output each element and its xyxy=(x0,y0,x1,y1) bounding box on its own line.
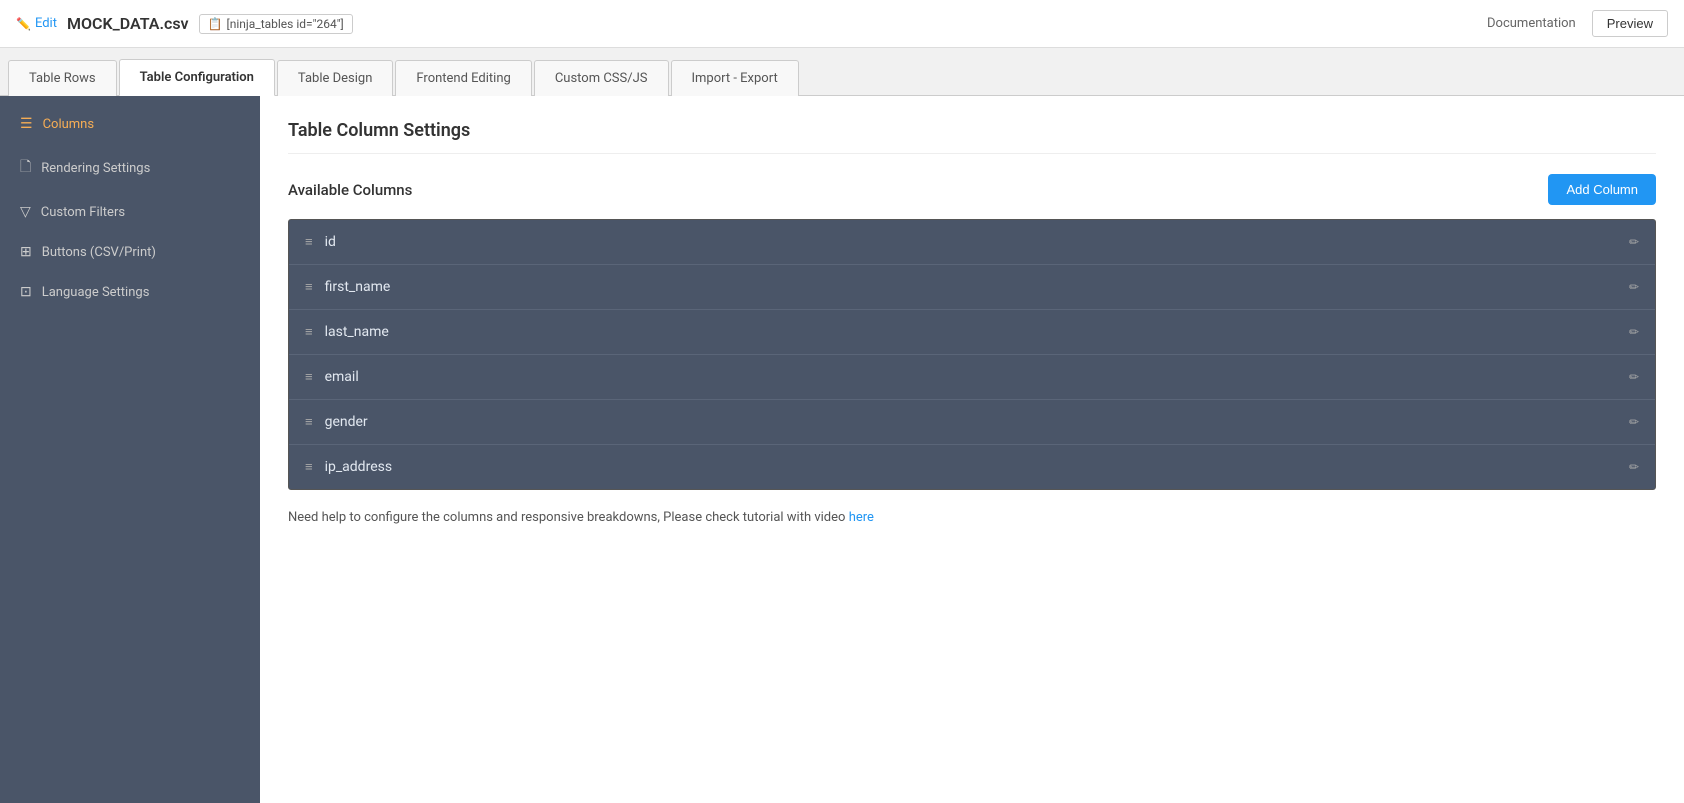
rendering-icon: 🗋 xyxy=(20,156,31,180)
drag-icon-ip-address: ≡ xyxy=(305,459,313,475)
tab-bar: Table Rows Table Configuration Table Des… xyxy=(0,48,1684,96)
tab-table-design[interactable]: Table Design xyxy=(277,60,393,96)
help-text: Need help to configure the columns and r… xyxy=(288,510,1656,525)
filter-icon: ▽ xyxy=(20,204,31,220)
edit-column-icon-email[interactable]: ✏ xyxy=(1629,370,1639,384)
sidebar-label-columns: Columns xyxy=(43,117,95,132)
column-row-last-name[interactable]: ≡ last_name ✏ xyxy=(289,310,1655,355)
drag-icon-email: ≡ xyxy=(305,369,313,385)
columns-icon: ☰ xyxy=(20,116,33,132)
column-left-first-name: ≡ first_name xyxy=(305,279,390,295)
section-title: Table Column Settings xyxy=(288,120,1656,154)
shortcode-badge: 📋 [ninja_tables id="264"] xyxy=(199,14,353,34)
help-link[interactable]: here xyxy=(849,510,874,525)
column-name-last-name: last_name xyxy=(325,324,389,340)
preview-button[interactable]: Preview xyxy=(1592,10,1668,37)
documentation-link[interactable]: Documentation xyxy=(1487,16,1576,31)
drag-icon-gender: ≡ xyxy=(305,414,313,430)
sidebar: ☰ Columns 🗋 Rendering Settings ▽ Custom … xyxy=(0,96,260,803)
sidebar-label-language: Language Settings xyxy=(42,285,150,300)
edit-link[interactable]: ✏️ Edit xyxy=(16,16,57,31)
column-row-ip-address[interactable]: ≡ ip_address ✏ xyxy=(289,445,1655,489)
column-name-email: email xyxy=(325,369,359,385)
column-row-first-name[interactable]: ≡ first_name ✏ xyxy=(289,265,1655,310)
drag-icon-last-name: ≡ xyxy=(305,324,313,340)
drag-icon-id: ≡ xyxy=(305,234,313,250)
buttons-icon: ⊞ xyxy=(20,244,32,260)
sidebar-label-rendering: Rendering Settings xyxy=(41,161,150,176)
file-title: MOCK_DATA.csv xyxy=(67,14,189,33)
shortcode-text: [ninja_tables id="264"] xyxy=(227,17,344,31)
column-row-id[interactable]: ≡ id ✏ xyxy=(289,220,1655,265)
edit-column-icon-first-name[interactable]: ✏ xyxy=(1629,280,1639,294)
tab-import-export[interactable]: Import - Export xyxy=(671,60,799,96)
column-name-first-name: first_name xyxy=(325,279,391,295)
header-left: ✏️ Edit MOCK_DATA.csv 📋 [ninja_tables id… xyxy=(16,14,353,34)
column-name-gender: gender xyxy=(325,414,368,430)
header-right: Documentation Preview xyxy=(1487,10,1668,37)
language-icon: ⊡ xyxy=(20,284,32,300)
edit-icon: ✏️ xyxy=(16,17,31,31)
header-bar: ✏️ Edit MOCK_DATA.csv 📋 [ninja_tables id… xyxy=(0,0,1684,48)
sidebar-item-buttons-csv-print[interactable]: ⊞ Buttons (CSV/Print) xyxy=(0,232,260,272)
available-columns-header: Available Columns Add Column xyxy=(288,174,1656,205)
column-name-id: id xyxy=(325,234,336,250)
help-text-content: Need help to configure the columns and r… xyxy=(288,510,845,525)
column-left-ip-address: ≡ ip_address xyxy=(305,459,392,475)
tab-custom-css-js[interactable]: Custom CSS/JS xyxy=(534,60,669,96)
sidebar-item-columns[interactable]: ☰ Columns xyxy=(0,104,260,144)
edit-column-icon-id[interactable]: ✏ xyxy=(1629,235,1639,249)
sidebar-item-rendering-settings[interactable]: 🗋 Rendering Settings xyxy=(0,144,260,192)
column-left-id: ≡ id xyxy=(305,234,336,250)
sidebar-item-custom-filters[interactable]: ▽ Custom Filters xyxy=(0,192,260,232)
main-layout: ☰ Columns 🗋 Rendering Settings ▽ Custom … xyxy=(0,96,1684,803)
add-column-button[interactable]: Add Column xyxy=(1548,174,1656,205)
available-columns-label: Available Columns xyxy=(288,181,412,199)
column-row-email[interactable]: ≡ email ✏ xyxy=(289,355,1655,400)
tab-frontend-editing[interactable]: Frontend Editing xyxy=(395,60,531,96)
column-left-last-name: ≡ last_name xyxy=(305,324,389,340)
sidebar-label-filters: Custom Filters xyxy=(41,205,125,220)
tab-table-rows[interactable]: Table Rows xyxy=(8,60,117,96)
column-left-email: ≡ email xyxy=(305,369,359,385)
column-list: ≡ id ✏ ≡ first_name ✏ ≡ last_name ✏ xyxy=(288,219,1656,490)
edit-column-icon-gender[interactable]: ✏ xyxy=(1629,415,1639,429)
shortcode-icon: 📋 xyxy=(208,17,223,31)
column-row-gender[interactable]: ≡ gender ✏ xyxy=(289,400,1655,445)
edit-label: Edit xyxy=(35,16,57,31)
content-area: Table Column Settings Available Columns … xyxy=(260,96,1684,803)
tab-table-configuration[interactable]: Table Configuration xyxy=(119,59,275,96)
sidebar-label-buttons: Buttons (CSV/Print) xyxy=(42,245,156,260)
sidebar-item-language-settings[interactable]: ⊡ Language Settings xyxy=(0,272,260,312)
drag-icon-first-name: ≡ xyxy=(305,279,313,295)
edit-column-icon-ip-address[interactable]: ✏ xyxy=(1629,460,1639,474)
column-name-ip-address: ip_address xyxy=(325,459,392,475)
edit-column-icon-last-name[interactable]: ✏ xyxy=(1629,325,1639,339)
column-left-gender: ≡ gender xyxy=(305,414,368,430)
